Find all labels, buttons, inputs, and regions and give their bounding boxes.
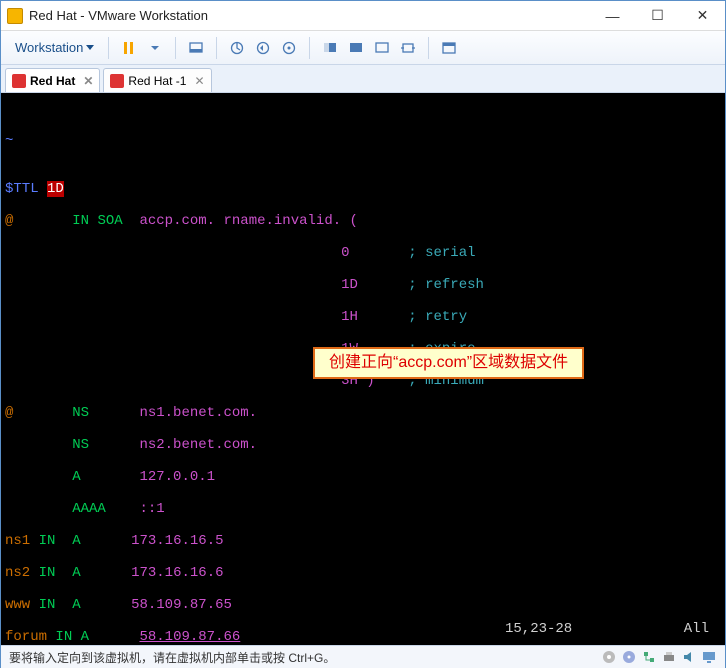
workstation-menu-label: Workstation [15, 40, 83, 55]
view-fullscreen-button[interactable] [344, 36, 368, 60]
scroll-indicator: All [684, 621, 709, 637]
rec3-type: A [72, 597, 80, 613]
retry-comment: ; retry [408, 309, 467, 325]
retry-val: 1H [341, 309, 358, 325]
sound-icon[interactable] [681, 649, 697, 665]
window-buttons: — ☐ ✕ [590, 2, 725, 30]
snapshot-take-button[interactable] [225, 36, 249, 60]
toolbar: Workstation [1, 31, 725, 65]
soa-rname: rname.invalid. [224, 213, 342, 229]
separator [108, 37, 109, 59]
snapshot-manager-button[interactable] [277, 36, 301, 60]
ttl-value: 1D [47, 181, 64, 197]
app-icon [7, 8, 23, 24]
view-stretch-button[interactable] [396, 36, 420, 60]
serial-comment: ; serial [408, 245, 475, 261]
refresh-val: 1D [341, 277, 358, 293]
cd-icon[interactable] [621, 649, 637, 665]
pause-button[interactable] [117, 36, 141, 60]
close-button[interactable]: ✕ [680, 2, 725, 30]
in-kw: IN [72, 213, 89, 229]
separator [175, 37, 176, 59]
ns-type: NS [72, 437, 89, 453]
close-icon[interactable]: ✕ [83, 74, 93, 88]
minimize-button[interactable]: — [590, 2, 635, 30]
workstation-menu[interactable]: Workstation [9, 36, 100, 59]
rec2-name: ns2 [5, 565, 30, 581]
network-icon[interactable] [641, 649, 657, 665]
ns1-val: ns1.benet.com. [139, 405, 257, 421]
ns-type: NS [72, 405, 89, 421]
window-title: Red Hat - VMware Workstation [29, 8, 590, 23]
send-ctrl-alt-del-button[interactable] [184, 36, 208, 60]
owner: @ [5, 405, 13, 421]
tab-redhat[interactable]: Red Hat ✕ [5, 68, 100, 92]
vm-icon [110, 74, 124, 88]
tab-label: Red Hat [30, 74, 75, 88]
soa-mname: accp.com. [139, 213, 215, 229]
open-paren: ( [350, 213, 358, 229]
separator [428, 37, 429, 59]
maximize-button[interactable]: ☐ [635, 2, 680, 30]
rec3-val: 58.109.87.65 [131, 597, 232, 613]
power-dropdown[interactable] [143, 36, 167, 60]
snapshot-revert-button[interactable] [251, 36, 275, 60]
tab-redhat-1[interactable]: Red Hat -1 ✕ [103, 68, 211, 92]
aaaa-type: AAAA [72, 501, 106, 517]
vim-status-line: 15,23-28 All [5, 621, 721, 637]
rec1-name: ns1 [5, 533, 30, 549]
soa-kw: SOA [97, 213, 122, 229]
rec3-in: IN [39, 597, 56, 613]
rec1-val: 173.16.16.5 [131, 533, 223, 549]
thumbnail-bar-button[interactable] [437, 36, 461, 60]
tilde: ~ [5, 133, 13, 149]
vm-console[interactable]: ~ $TTL 1D @ IN SOA accp.com. rname.inval… [1, 93, 725, 645]
rec2-type: A [72, 565, 80, 581]
rec2-val: 173.16.16.6 [131, 565, 223, 581]
a-type: A [72, 469, 80, 485]
display-icon[interactable] [701, 649, 717, 665]
status-bar: 要将输入定向到该虚拟机，请在虚拟机内部单击或按 Ctrl+G。 [1, 645, 725, 668]
rec1-in: IN [39, 533, 56, 549]
title-bar: Red Hat - VMware Workstation — ☐ ✕ [1, 1, 725, 31]
terminal-content: ~ $TTL 1D @ IN SOA accp.com. rname.inval… [5, 117, 721, 645]
tab-bar: Red Hat ✕ Red Hat -1 ✕ [1, 65, 725, 93]
serial-val: 0 [341, 245, 349, 261]
view-unity-button[interactable] [370, 36, 394, 60]
rec1-type: A [72, 533, 80, 549]
vm-icon [12, 74, 26, 88]
chevron-down-icon [86, 45, 94, 50]
annotation-callout: 创建正向“accp.com”区域数据文件 [313, 347, 584, 379]
separator [216, 37, 217, 59]
refresh-comment: ; refresh [408, 277, 484, 293]
aaaa-val: ::1 [139, 501, 164, 517]
printer-icon[interactable] [661, 649, 677, 665]
status-hint: 要将输入定向到该虚拟机，请在虚拟机内部单击或按 Ctrl+G。 [9, 649, 335, 666]
view-console-button[interactable] [318, 36, 342, 60]
ttl-label: $TTL [5, 181, 39, 197]
cursor-position: 15,23-28 [505, 621, 572, 637]
close-icon[interactable]: ✕ [194, 74, 204, 88]
ns2-val: ns2.benet.com. [139, 437, 257, 453]
separator [309, 37, 310, 59]
rec3-name: www [5, 597, 30, 613]
disk-icon[interactable] [601, 649, 617, 665]
owner: @ [5, 213, 13, 229]
a-val: 127.0.0.1 [139, 469, 215, 485]
rec2-in: IN [39, 565, 56, 581]
tab-label: Red Hat -1 [128, 74, 186, 88]
